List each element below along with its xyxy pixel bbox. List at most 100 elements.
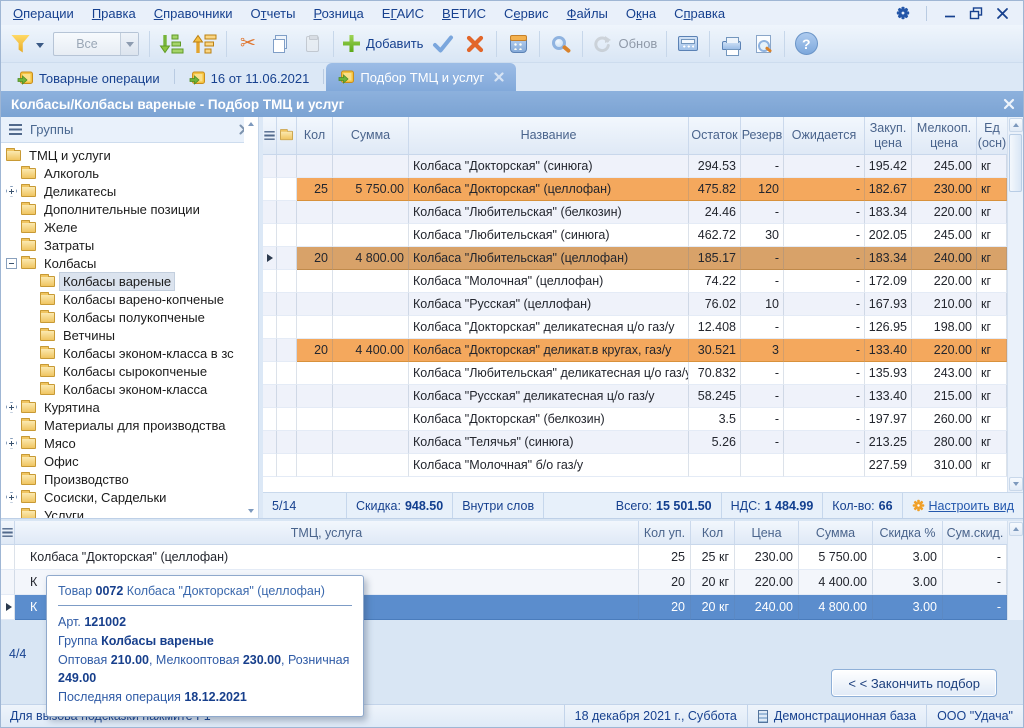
finish-selection-button[interactable]: < < Закончить подбор [831,669,997,697]
document-close-icon[interactable] [1003,98,1015,110]
sort-descending-button[interactable] [188,29,221,59]
tree-scrollbar[interactable] [244,117,258,518]
cut-button[interactable]: ✂ [232,29,264,59]
menu-item[interactable]: ВЕТИС [433,3,495,24]
tree-node[interactable]: Деликатесы [1,182,258,200]
panel-menu-icon[interactable] [9,124,22,135]
search-button[interactable] [545,29,577,59]
close-button[interactable] [989,2,1015,24]
view-filter-combobox[interactable]: Все [53,32,139,56]
expand-icon[interactable] [6,492,17,503]
table-row[interactable]: Колбаса "Молочная" (целлофан)74.22--172.… [263,270,1007,293]
expand-icon[interactable] [6,402,17,413]
menu-item[interactable]: Файлы [558,3,617,24]
tree-node[interactable]: Колбасы эконом-класса в зс [1,344,258,362]
table-row[interactable]: Колбаса "Докторская" (белкозин)3.5--197.… [263,408,1007,431]
paste-button[interactable] [296,29,328,59]
menu-item[interactable]: Справочники [145,3,242,24]
column-header-qty[interactable]: Кол [691,521,735,544]
sort-ascending-button[interactable] [155,29,188,59]
table-row[interactable]: Колбаса "Телячья" (синюга)5.26--213.2528… [263,431,1007,454]
column-header-discount[interactable]: Скидка % [873,521,943,544]
menu-item[interactable]: Розница [304,3,372,24]
confirm-button[interactable] [427,29,459,59]
tab[interactable]: Подбор ТМЦ и услуг [326,63,516,91]
tree-node[interactable]: Колбасы вареные [1,272,258,290]
table-row[interactable]: 204 400.00Колбаса "Докторская" деликат.в… [263,339,1007,362]
tree-node[interactable]: Колбасы сырокопченые [1,362,258,380]
tree-node[interactable]: Мясо [1,434,258,452]
scroll-down-button[interactable] [1009,477,1023,491]
scroll-up-icon[interactable] [248,119,254,126]
scroll-up-button[interactable] [1009,118,1023,132]
column-header-smallop-price[interactable]: Мелкооп. цена [912,117,977,154]
column-header-packs[interactable]: Кол уп. [639,521,691,544]
table-row[interactable]: Колбаса "Докторская" деликатесная ц/о га… [263,316,1007,339]
tree-node[interactable]: Затраты [1,236,258,254]
column-header-price[interactable]: Цена [735,521,799,544]
tree-node[interactable]: Колбасы полукопченые [1,308,258,326]
column-header-sum[interactable]: Сумма [799,521,873,544]
tree-node[interactable]: Офис [1,452,258,470]
help-button[interactable]: ? [790,29,822,59]
tab[interactable]: 16 от 11.06.2021 [177,65,322,91]
calculator-button[interactable] [672,29,704,59]
tree-node[interactable]: Колбасы [1,254,258,272]
column-header-purchase-price[interactable]: Закуп. цена [865,117,912,154]
menu-item[interactable]: Правка [83,3,145,24]
group-column-header[interactable] [277,117,297,154]
restore-button[interactable] [963,2,989,24]
table-row[interactable]: Колбаса "Молочная" б/о газ/у227.59310.00… [263,454,1007,477]
tree-node[interactable]: Услуги [1,506,258,518]
tree-node[interactable]: Ветчины [1,326,258,344]
scroll-down-icon[interactable] [248,509,254,516]
table-menu-cell[interactable] [263,117,277,154]
filter-button[interactable] [7,29,48,59]
tree-node[interactable]: Желе [1,218,258,236]
tree-node[interactable]: Алкоголь [1,164,258,182]
table-row[interactable]: Колбаса "Докторская" (синюга)294.53--195… [263,155,1007,178]
tree-node[interactable]: Материалы для производства [1,416,258,434]
cancel-button[interactable] [459,29,491,59]
table-row[interactable]: Колбаса "Докторская" (целлофан)2525 кг23… [1,545,1007,570]
table-row[interactable]: Колбаса "Русская" деликатесная ц/о газ/у… [263,385,1007,408]
settings-gear-icon[interactable] [890,2,916,24]
column-header-item[interactable]: ТМЦ, услуга [15,521,639,544]
column-header-reserve[interactable]: Резерв [741,117,784,154]
tree-node[interactable]: Производство [1,470,258,488]
print-preview-button[interactable] [747,29,779,59]
menu-item[interactable]: Отчеты [242,3,305,24]
refresh-button[interactable]: Обнов [588,29,661,59]
table-row[interactable]: Колбаса "Русская" (целлофан)76.0210-167.… [263,293,1007,316]
copy-button[interactable] [264,29,296,59]
menu-item[interactable]: Операции [4,3,83,24]
tree-node[interactable]: Курятина [1,398,258,416]
column-header-expected[interactable]: Ожидается [784,117,865,154]
configure-view-link[interactable]: Настроить вид [903,493,1023,518]
table-row[interactable]: 204 800.00Колбаса "Любительская" (целлоф… [263,247,1007,270]
column-header-stock[interactable]: Остаток [689,117,741,154]
menu-item[interactable]: Сервис [495,3,558,24]
tree-node[interactable]: Дополнительные позиции [1,200,258,218]
tree-node[interactable]: ТМЦ и услуги [1,146,258,164]
tab-close-icon[interactable] [494,72,504,82]
scroll-up-button[interactable] [1009,522,1023,536]
table-row[interactable]: 255 750.00Колбаса "Докторская" (целлофан… [263,178,1007,201]
table-row[interactable]: Колбаса "Любительская" (белкозин)24.46--… [263,201,1007,224]
products-scrollbar[interactable] [1007,117,1023,492]
menu-item[interactable]: Окна [617,3,665,24]
menu-item[interactable]: Справка [665,3,734,24]
collapse-icon[interactable] [6,258,17,269]
print-button[interactable] [715,29,747,59]
tree-node[interactable]: Колбасы варено-копченые [1,290,258,308]
table-menu-cell[interactable] [1,521,15,544]
column-header-qty[interactable]: Кол [297,117,333,154]
menu-item[interactable]: ЕГАИС [373,3,433,24]
scroll-thumb[interactable] [1009,134,1022,192]
table-row[interactable]: Колбаса "Любительская" (синюга)462.7230-… [263,224,1007,247]
column-header-discount-sum[interactable]: Сум.скид. [943,521,1007,544]
delete-button[interactable] [502,29,534,59]
tree-node[interactable]: Сосиски, Сардельки [1,488,258,506]
tree-node[interactable]: Колбасы эконом-класса [1,380,258,398]
minimize-button[interactable] [937,2,963,24]
